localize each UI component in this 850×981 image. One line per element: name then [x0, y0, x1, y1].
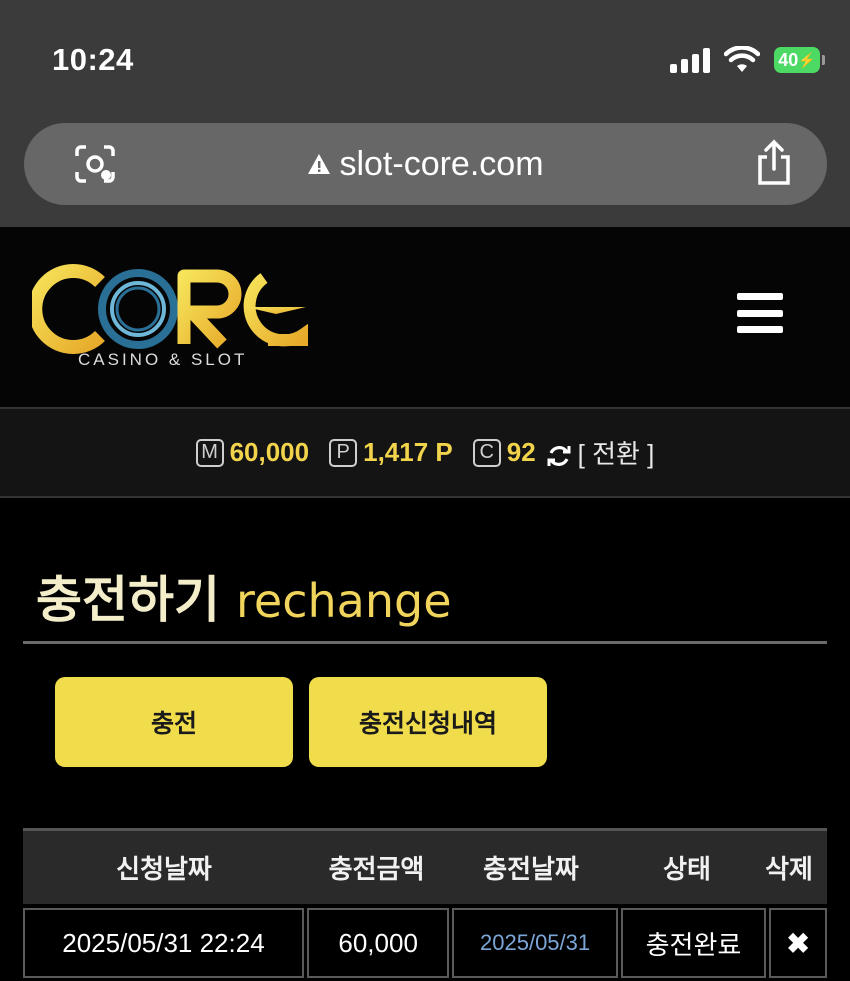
refresh-icon[interactable]: [546, 443, 572, 469]
status-time: 10:24: [52, 42, 134, 77]
logo-tagline: CASINO & SLOT: [78, 350, 247, 369]
charge-button[interactable]: 충전: [55, 677, 293, 767]
cell-charge-date: 2025/05/31: [452, 908, 618, 978]
point-value: 1,417 P: [363, 437, 453, 467]
header-request-date: 신청날짜: [116, 855, 212, 885]
browser-chrome: 10:24 40 ⚡ slot-core.com: [0, 0, 850, 227]
page-title-korean: 충전하기: [36, 571, 220, 629]
cell-delete: ✖: [769, 908, 828, 978]
cell-status: 충전완료: [620, 908, 767, 978]
header-charge-date: 충전날짜: [483, 855, 579, 885]
point-balance: P 1,417 P: [329, 437, 453, 468]
recharge-table: 신청날짜 충전금액 충전날짜 상태 삭제 2025/05/31 22:24 60…: [23, 828, 828, 978]
money-balance: M 60,000: [195, 437, 310, 468]
money-badge-icon: M: [195, 438, 224, 467]
title-divider: [23, 641, 827, 644]
coin-balance: C 92: [472, 437, 536, 468]
status-icons: 40 ⚡: [670, 46, 825, 74]
page-title: 충전하기 rechange: [36, 560, 452, 632]
point-badge-icon: P: [329, 438, 358, 467]
charge-history-button[interactable]: 충전신청내역: [309, 677, 547, 767]
cell-amount: 60,000: [306, 908, 450, 978]
battery-level: 40: [778, 49, 799, 70]
core-logo[interactable]: CASINO & SLOT: [32, 262, 308, 372]
share-icon[interactable]: [755, 139, 793, 187]
money-value: 60,000: [229, 437, 310, 467]
table-row: 2025/05/31 22:24 60,000 2025/05/31 충전완료 …: [23, 908, 828, 978]
coin-badge-icon: C: [472, 438, 501, 467]
cellular-signal-icon: [670, 47, 710, 73]
page-title-english: rechange: [236, 574, 452, 628]
camera-search-icon[interactable]: [74, 144, 116, 184]
cell-request-date: 2025/05/31 22:24: [23, 908, 304, 978]
header-delete: 삭제: [765, 855, 813, 885]
url[interactable]: slot-core.com: [339, 145, 543, 184]
table-header: 신청날짜 충전금액 충전날짜 상태 삭제: [23, 828, 827, 904]
delete-icon[interactable]: ✖: [786, 927, 809, 960]
url-text[interactable]: slot-core.com: [307, 145, 544, 184]
coin-value: 92: [506, 437, 536, 467]
address-bar[interactable]: slot-core.com: [24, 123, 827, 205]
header-amount: 충전금액: [328, 855, 425, 885]
wifi-icon: [724, 46, 760, 72]
balance-bar: M 60,000 P 1,417 P C 92 [ 전환 ]: [0, 407, 850, 498]
hamburger-menu-icon[interactable]: [737, 293, 783, 333]
warning-icon: [308, 154, 331, 174]
header-status: 상태: [663, 855, 711, 885]
switch-button[interactable]: [ 전환 ]: [578, 434, 655, 471]
battery-icon: 40 ⚡: [774, 47, 825, 73]
